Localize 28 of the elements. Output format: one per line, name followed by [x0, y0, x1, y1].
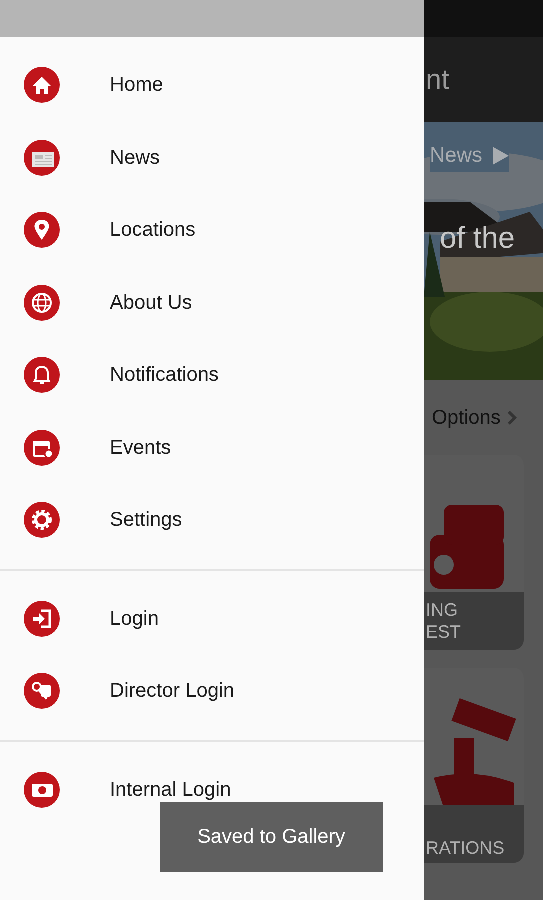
home-icon — [24, 67, 60, 104]
newspaper-icon — [24, 140, 60, 176]
menu-item[interactable]: News — [0, 122, 424, 194]
play-icon — [492, 146, 509, 165]
calendar-icon — [24, 430, 60, 466]
menu-item[interactable]: Director Login — [0, 655, 424, 728]
chevron-right-icon — [506, 410, 517, 426]
menu-item[interactable]: Events — [0, 412, 424, 484]
headline: of the — [440, 221, 516, 257]
card-caption: EST — [426, 621, 462, 643]
menu-item[interactable]: Locations — [0, 194, 424, 266]
bell-icon — [24, 357, 60, 394]
key-icon — [24, 673, 60, 710]
card-caption: RATIONS — [426, 837, 506, 859]
menu-item[interactable]: Notifications — [0, 339, 424, 412]
section-title: Options — [432, 406, 501, 430]
sign-in-icon — [24, 600, 60, 637]
header-title: nt — [426, 62, 450, 96]
banknote-icon — [24, 772, 60, 808]
menu-item[interactable]: Home — [0, 49, 424, 122]
card-caption: ING — [426, 599, 460, 621]
gear-icon — [24, 502, 60, 538]
menu-item[interactable]: Settings — [0, 484, 424, 556]
map-pin-icon — [24, 212, 60, 248]
globe-icon — [24, 284, 60, 321]
saved-toast: Saved to Gallery — [160, 802, 383, 872]
menu-item[interactable]: About Us — [0, 266, 424, 339]
menu-item[interactable]: Login — [0, 582, 424, 655]
